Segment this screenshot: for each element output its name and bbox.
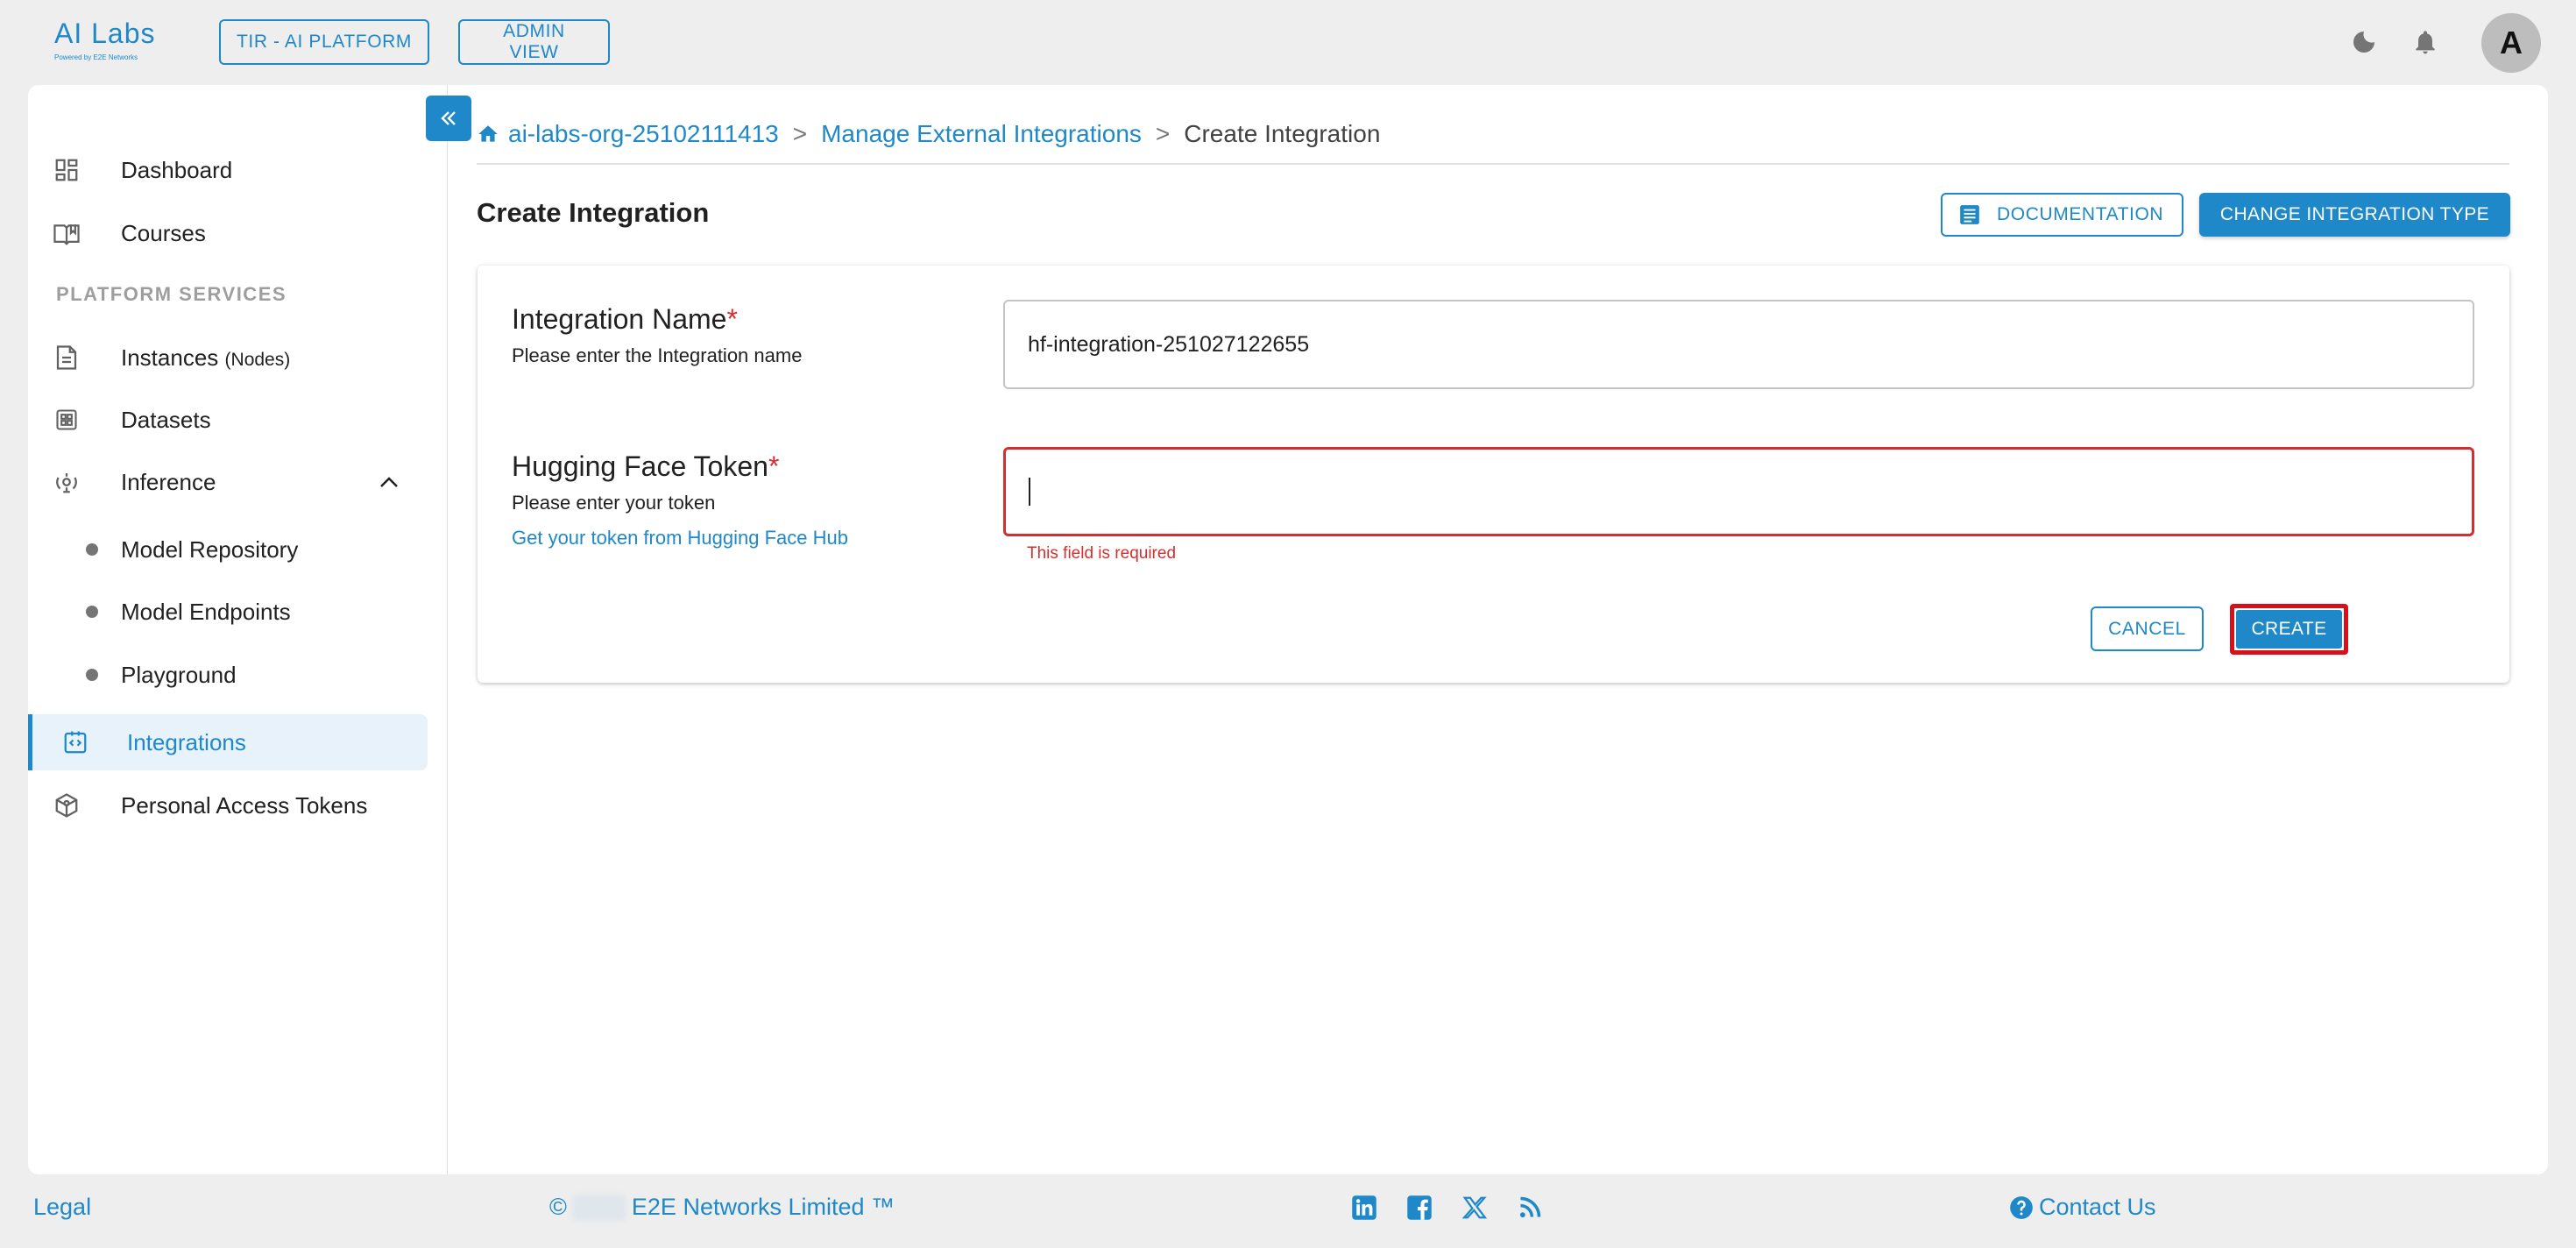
sidebar-item-label: Datasets xyxy=(121,406,211,433)
breadcrumb: ai-labs-org-25102111413 > Manage Externa… xyxy=(477,117,1380,152)
sidebar-item-label: Instances (Nodes) xyxy=(121,344,291,371)
contact-us-link[interactable]: Contact Us xyxy=(2009,1194,2156,1221)
footer: Legal © E2E Networks Limited ™ Contact U… xyxy=(0,1174,2576,1248)
bullet-icon xyxy=(86,669,98,681)
sidebar-item-courses[interactable]: Courses xyxy=(28,205,428,261)
hugging-face-hub-link[interactable]: Get your token from Hugging Face Hub xyxy=(512,527,848,550)
breadcrumb-parent-link[interactable]: Manage External Integrations xyxy=(821,120,1142,148)
home-icon[interactable] xyxy=(477,123,499,145)
sidebar-item-inference[interactable]: Inference xyxy=(28,454,428,510)
sidebar-item-label: Integrations xyxy=(127,728,246,755)
breadcrumb-current: Create Integration xyxy=(1184,120,1381,147)
sidebar-item-model-repository[interactable]: Model Repository xyxy=(28,521,428,578)
main-card: Dashboard Courses PLATFORM SERVICES Inst… xyxy=(28,85,2548,1174)
logo-subtitle: Powered by E2E Networks xyxy=(54,53,138,61)
grid-icon xyxy=(53,406,81,434)
copyright-symbol: © xyxy=(549,1194,567,1220)
breadcrumb-separator: > xyxy=(1155,120,1171,147)
integration-name-help: Please enter the Integration name xyxy=(512,344,803,366)
x-icon[interactable] xyxy=(1459,1192,1490,1223)
book-icon xyxy=(53,219,81,247)
inference-icon xyxy=(53,468,81,496)
integration-name-input[interactable]: hf-integration-251027122655 xyxy=(1003,300,2474,389)
legal-link[interactable]: Legal xyxy=(33,1194,91,1221)
linkedin-icon[interactable] xyxy=(1348,1192,1380,1223)
sidebar-item-label: Playground xyxy=(121,661,237,688)
user-avatar[interactable]: A xyxy=(2481,13,2541,73)
section-title: PLATFORM SERVICES xyxy=(56,283,287,305)
hugging-face-token-label: Hugging Face Token* xyxy=(512,450,780,482)
blurred-year xyxy=(571,1194,626,1221)
sidebar-item-label: Courses xyxy=(121,219,206,246)
sidebar-item-label: Personal Access Tokens xyxy=(121,791,368,819)
cube-icon xyxy=(53,791,81,819)
sidebar-item-datasets[interactable]: Datasets xyxy=(28,392,428,448)
company-name: E2E Networks Limited ™ xyxy=(631,1194,895,1220)
token-error-message: This field is required xyxy=(1027,544,1177,563)
documentation-button[interactable]: DOCUMENTATION xyxy=(1941,193,2183,237)
collapse-sidebar-button[interactable] xyxy=(426,96,471,141)
cancel-button[interactable]: CANCEL xyxy=(2091,606,2204,651)
breadcrumb-org-link[interactable]: ai-labs-org-25102111413 xyxy=(508,120,779,148)
text-cursor xyxy=(1029,478,1030,506)
sidebar-item-personal-access-tokens[interactable]: Personal Access Tokens xyxy=(28,777,428,833)
help-icon xyxy=(2010,1195,2033,1219)
sidebar: Dashboard Courses PLATFORM SERVICES Inst… xyxy=(28,85,448,1174)
dashboard-icon xyxy=(53,156,81,184)
sidebar-item-label: Model Repository xyxy=(121,535,299,563)
platform-button[interactable]: TIR - AI PLATFORM xyxy=(219,19,429,65)
sidebar-item-dashboard[interactable]: Dashboard xyxy=(28,142,428,198)
admin-view-button[interactable]: ADMIN VIEW xyxy=(458,19,610,65)
sidebar-item-playground[interactable]: Playground xyxy=(28,647,428,703)
double-chevron-left-icon xyxy=(441,111,456,125)
documentation-label: DOCUMENTATION xyxy=(1997,204,2164,224)
contact-us-label: Contact Us xyxy=(2039,1194,2156,1220)
create-button[interactable]: CREATE xyxy=(2236,610,2342,649)
change-integration-type-button[interactable]: CHANGE INTEGRATION TYPE xyxy=(2199,193,2510,237)
breadcrumb-separator: > xyxy=(792,120,808,147)
create-button-highlight: CREATE xyxy=(2230,604,2348,655)
integration-name-label: Integration Name* xyxy=(512,303,738,335)
hugging-face-token-help: Please enter your token xyxy=(512,492,716,514)
ai-labs-logo[interactable]: AI Labs Powered by E2E Networks xyxy=(54,18,168,70)
hugging-face-token-input[interactable] xyxy=(1003,447,2474,536)
integration-form: Integration Name* Please enter the Integ… xyxy=(478,266,2509,683)
rss-icon[interactable] xyxy=(1514,1192,1546,1223)
sidebar-item-instances[interactable]: Instances (Nodes) xyxy=(28,330,428,386)
sidebar-item-label: Model Endpoints xyxy=(121,598,291,625)
divider xyxy=(477,163,2509,165)
document-icon xyxy=(53,344,81,372)
chevron-up-icon[interactable] xyxy=(375,468,403,496)
top-bar: AI Labs Powered by E2E Networks TIR - AI… xyxy=(0,0,2576,84)
facebook-icon[interactable] xyxy=(1404,1192,1435,1223)
sidebar-item-label: Dashboard xyxy=(121,156,233,183)
moon-icon[interactable] xyxy=(2346,25,2381,60)
sidebar-item-integrations[interactable]: Integrations xyxy=(28,714,428,770)
bullet-icon xyxy=(86,606,98,618)
logo-text: AI Labs xyxy=(54,18,156,49)
bell-icon[interactable] xyxy=(2408,25,2443,60)
page-title: Create Integration xyxy=(477,197,710,228)
sidebar-item-label: Inference xyxy=(121,468,216,495)
list-icon xyxy=(1960,205,1979,224)
bullet-icon xyxy=(86,543,98,556)
copyright: © E2E Networks Limited ™ xyxy=(549,1194,895,1221)
integrations-icon xyxy=(61,728,89,756)
sidebar-item-model-endpoints[interactable]: Model Endpoints xyxy=(28,584,428,640)
